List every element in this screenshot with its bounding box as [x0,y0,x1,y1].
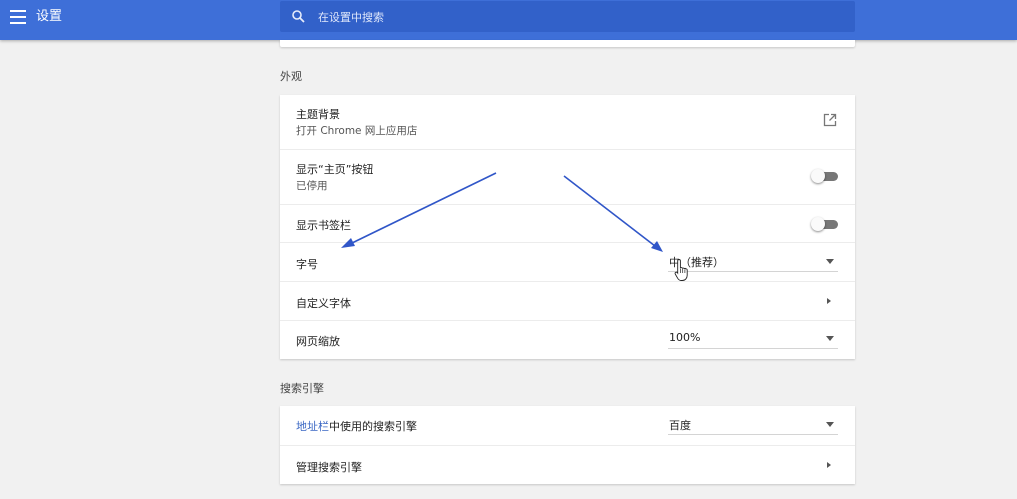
home-button-toggle[interactable] [811,169,839,183]
theme-sublabel: 打开 Chrome 网上应用店 [296,125,418,137]
search-engine-value: 百度 [669,419,691,432]
section-title-appearance: 外观 [280,70,302,83]
search-field[interactable] [280,1,855,32]
address-bar-engine-label: 地址栏中使用的搜索引擎 [296,418,417,434]
search-engine-select[interactable]: 百度 [668,415,838,435]
page-title: 设置 [36,9,63,24]
dropdown-arrow-icon [826,422,834,427]
open-external-icon[interactable] [823,113,837,127]
previous-section-card [280,40,855,47]
font-size-value: 中（推荐） [669,256,724,269]
address-bar-link[interactable]: 地址栏 [296,420,329,433]
dropdown-arrow-icon [826,336,834,341]
home-button-sublabel: 已停用 [296,180,328,192]
theme-row[interactable]: 主题背景 打开 Chrome 网上应用店 [280,95,855,149]
address-bar-engine-label-text: 中使用的搜索引擎 [329,420,417,433]
custom-fonts-row[interactable]: 自定义字体 [280,281,855,320]
chevron-right-icon[interactable] [827,462,831,468]
chevron-right-icon[interactable] [827,298,831,304]
font-size-label: 字号 [296,258,318,271]
search-icon [292,10,305,23]
font-size-row: 字号 中（推荐） [280,242,855,281]
bookmarks-bar-toggle[interactable] [811,217,839,231]
page-zoom-select[interactable]: 100% [668,329,838,349]
search-engine-card: 地址栏中使用的搜索引擎 百度 管理搜索引擎 [280,406,855,484]
home-button-label: 显示“主页”按钮 [296,163,374,176]
theme-label: 主题背景 [296,108,340,121]
search-input[interactable] [318,7,838,27]
address-bar-engine-row: 地址栏中使用的搜索引擎 百度 [280,406,855,445]
font-size-select[interactable]: 中（推荐） [668,252,838,272]
page-zoom-label: 网页缩放 [296,335,340,348]
section-title-search-engine: 搜索引擎 [280,382,324,395]
dropdown-arrow-icon [826,259,834,264]
manage-search-engines-label: 管理搜索引擎 [296,461,362,474]
appearance-card: 主题背景 打开 Chrome 网上应用店 显示“主页”按钮 已停用 显示书签栏 … [280,95,855,359]
home-button-row: 显示“主页”按钮 已停用 [280,149,855,204]
page-zoom-value: 100% [669,331,701,344]
page-zoom-row: 网页缩放 100% [280,320,855,359]
menu-icon[interactable] [10,10,26,24]
bookmarks-bar-row: 显示书签栏 [280,204,855,242]
custom-fonts-label: 自定义字体 [296,297,351,310]
manage-search-engines-row[interactable]: 管理搜索引擎 [280,445,855,484]
top-toolbar: 设置 [0,0,1017,40]
bookmarks-bar-label: 显示书签栏 [296,219,351,232]
